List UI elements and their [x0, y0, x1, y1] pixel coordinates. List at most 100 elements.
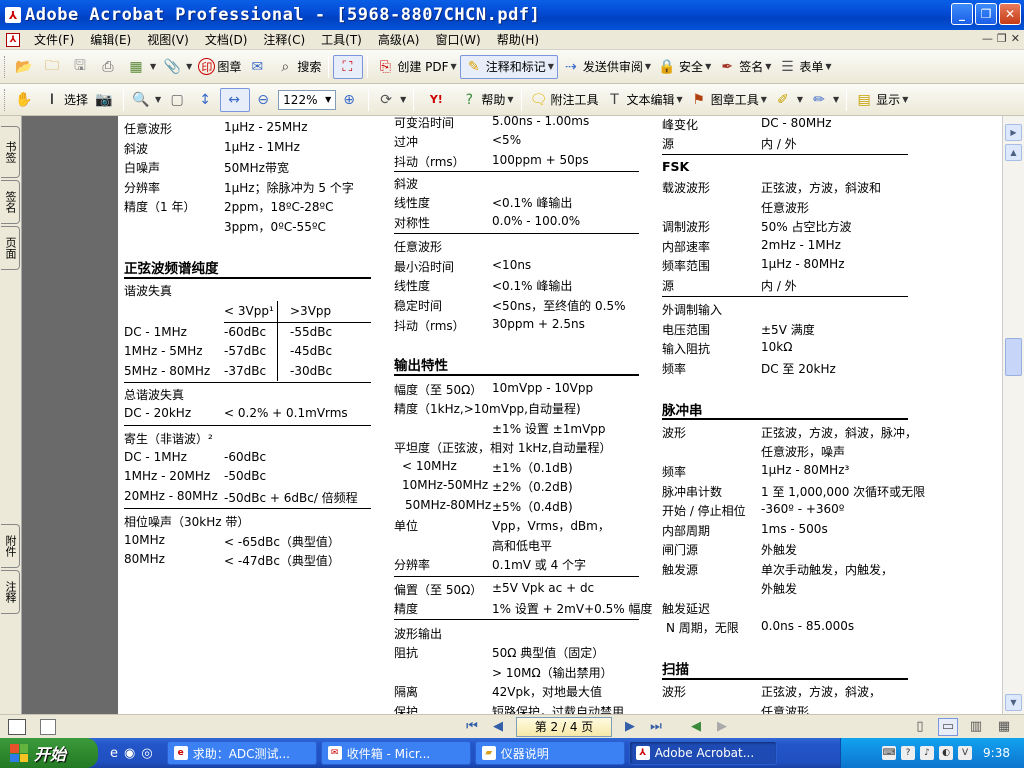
- open-button[interactable]: 📂: [11, 55, 39, 79]
- ie-icon[interactable]: e: [110, 746, 118, 761]
- keyboard-icon[interactable]: ⌨: [882, 746, 897, 760]
- chevron-down-icon[interactable]: ▼: [321, 95, 335, 104]
- select-tool-button[interactable]: I 选择: [39, 88, 91, 112]
- doc-minimize-button[interactable]: —: [982, 32, 993, 45]
- spec-value: 外触发: [761, 543, 798, 557]
- taskbar-item-active[interactable]: ⅄ Adobe Acrobat...: [628, 741, 777, 765]
- taskbar-item[interactable]: ▰ 仪器说明: [474, 741, 625, 765]
- help-tray-icon[interactable]: ?: [901, 746, 916, 760]
- last-page-button[interactable]: ⏭: [646, 718, 666, 736]
- tab-comments[interactable]: 注释: [1, 570, 20, 614]
- highlight-button[interactable]: ✐ ▼: [770, 88, 806, 112]
- zoom-field[interactable]: 122% ▼: [278, 89, 337, 110]
- tab-bookmarks[interactable]: 书签: [1, 126, 20, 178]
- snapshot-button[interactable]: 📷: [91, 88, 119, 112]
- comment-markup-button[interactable]: ✎ 注释和标记 ▼: [459, 54, 558, 79]
- document-icon[interactable]: ⅄: [6, 32, 20, 47]
- menu-file[interactable]: 文件(F): [26, 31, 82, 48]
- volume-icon[interactable]: ♪: [920, 746, 935, 760]
- menu-tools[interactable]: 工具(T): [313, 31, 370, 48]
- spec-value: 1% 设置 + 2mV+0.5% 幅度: [492, 602, 653, 616]
- close-button[interactable]: ✕: [999, 3, 1021, 25]
- page-number-field[interactable]: 第 2 / 4 页: [516, 716, 612, 737]
- maximize-button[interactable]: ❐: [975, 3, 997, 25]
- zoom-out-button[interactable]: ⊖: [250, 88, 278, 112]
- spec-value: 3ppm，0ºC-55ºC: [224, 220, 326, 234]
- fit-page-button[interactable]: ↕: [192, 88, 220, 112]
- attach-button[interactable]: 📎 ▼: [159, 55, 195, 79]
- first-page-button[interactable]: ⏮: [462, 718, 482, 736]
- sign-button[interactable]: ✒ 签名 ▼: [714, 55, 774, 79]
- mail-icon: ✉: [327, 746, 342, 760]
- spec-value: DC - 80MHz: [761, 116, 832, 130]
- rotate-button[interactable]: ⟳ ▼: [373, 88, 409, 112]
- continuous-facing-icon[interactable]: ▦: [994, 718, 1014, 736]
- menu-view[interactable]: 视图(V): [139, 31, 197, 48]
- prev-page-button[interactable]: ◀: [488, 718, 508, 736]
- email-button[interactable]: ✉: [244, 55, 272, 79]
- clock: 9:38: [983, 746, 1010, 760]
- display-button[interactable]: ▤ 显示 ▼: [851, 88, 911, 112]
- save-button[interactable]: 🖫: [67, 55, 95, 79]
- page-layout-icon[interactable]: [40, 718, 56, 735]
- next-page-button[interactable]: ▶: [620, 718, 640, 736]
- table-cell: -57dBc: [224, 344, 267, 358]
- tab-signatures[interactable]: 签名: [1, 180, 20, 224]
- spec-value: 1µHz - 80MHz³: [761, 463, 850, 477]
- actual-size-button[interactable]: ▢: [164, 88, 192, 112]
- stamp-button[interactable]: 印图章: [195, 55, 244, 79]
- spec-label: 开始 / 停止相位: [662, 504, 746, 518]
- note-tool-button[interactable]: 🗨 附注工具: [526, 88, 602, 112]
- doc-restore-button[interactable]: ❐: [997, 32, 1007, 45]
- scroll-down-button[interactable]: ▼: [1005, 694, 1022, 711]
- network-icon[interactable]: ◐: [939, 746, 954, 760]
- single-page-icon[interactable]: ▯: [910, 718, 930, 736]
- stamp-tool-button[interactable]: ⚑ 图章工具 ▼: [686, 88, 770, 112]
- menu-window[interactable]: 窗口(W): [427, 31, 488, 48]
- forward-view-button[interactable]: ▶: [712, 718, 732, 736]
- back-view-button[interactable]: ◀: [686, 718, 706, 736]
- yahoo-button[interactable]: Y!: [418, 88, 456, 112]
- antivirus-icon[interactable]: V: [958, 746, 973, 760]
- drawing-button[interactable]: ✏ ▼: [806, 88, 842, 112]
- organizer-button[interactable]: 🗀: [39, 55, 67, 79]
- security-button[interactable]: 🔒 安全 ▼: [654, 55, 714, 79]
- continuous-page-icon[interactable]: ▭: [938, 717, 958, 736]
- send-review-button[interactable]: ⇢ 发送供审阅 ▼: [558, 55, 654, 79]
- hand-tool-button[interactable]: ✋: [11, 88, 39, 112]
- how-to-button[interactable]: ⛶: [333, 54, 364, 79]
- facing-pages-icon[interactable]: ▥: [966, 718, 986, 736]
- spreadsheet-button[interactable]: ▦ ▼: [123, 55, 159, 79]
- search-button[interactable]: ⌕ 搜索: [272, 55, 324, 79]
- menu-document[interactable]: 文档(D): [197, 31, 256, 48]
- spec-label: 隔离: [394, 685, 419, 699]
- menu-advanced[interactable]: 高级(A): [370, 31, 428, 48]
- start-button[interactable]: 开始: [0, 738, 98, 768]
- page-menu-arrow[interactable]: ▶: [1005, 124, 1022, 141]
- document-view[interactable]: 任意波形 1µHz - 25MHz 斜波 1µHz - 1MHz 白噪声 50M…: [22, 116, 1002, 714]
- menu-edit[interactable]: 编辑(E): [82, 31, 139, 48]
- scroll-up-button[interactable]: ▲: [1005, 144, 1022, 161]
- minimize-button[interactable]: _: [951, 3, 973, 25]
- taskbar-item[interactable]: e 求助：ADC测试...: [166, 741, 317, 765]
- create-pdf-button[interactable]: ⎘ 创建 PDF ▼: [372, 55, 459, 79]
- help-button[interactable]: ? 帮助 ▼: [456, 88, 516, 112]
- outlook-icon[interactable]: ◉: [124, 746, 135, 761]
- menu-help[interactable]: 帮助(H): [489, 31, 547, 48]
- media-icon[interactable]: ◎: [141, 746, 152, 761]
- spec-value: 内 / 外: [761, 279, 797, 293]
- scroll-thumb[interactable]: [1005, 338, 1022, 376]
- fit-width-button[interactable]: ↔: [220, 87, 251, 112]
- vertical-scrollbar[interactable]: ▶ ▲ ▼: [1002, 116, 1024, 714]
- forms-button[interactable]: ☰ 表单 ▼: [774, 55, 834, 79]
- tab-attachments[interactable]: 附件: [1, 524, 20, 568]
- doc-close-button[interactable]: ✕: [1011, 32, 1020, 45]
- taskbar-item[interactable]: ✉ 收件箱 - Micr...: [320, 741, 471, 765]
- menu-comments[interactable]: 注释(C): [255, 31, 313, 48]
- text-edit-button[interactable]: T 文本编辑 ▼: [602, 88, 686, 112]
- panel-toggle-icon[interactable]: [8, 718, 26, 735]
- zoom-in-button[interactable]: ⊕: [336, 88, 364, 112]
- tab-pages[interactable]: 页面: [1, 226, 20, 270]
- zoom-tool-button[interactable]: 🔍 ▼: [128, 88, 164, 112]
- print-button[interactable]: ⎙: [95, 55, 123, 79]
